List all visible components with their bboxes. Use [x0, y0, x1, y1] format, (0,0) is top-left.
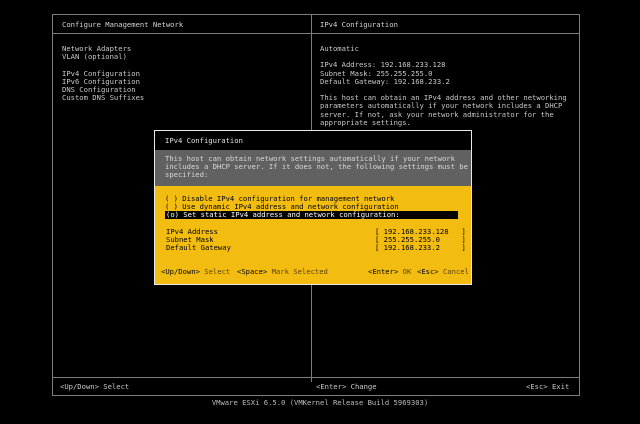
menu-item-custom-dns-suffixes[interactable]: Custom DNS Suffixes — [62, 93, 144, 102]
info-panel: Automatic IPv4 Address: 192.168.233.128 … — [320, 44, 570, 127]
up-down-key: <Up/Down> — [161, 267, 200, 276]
dialog-title: IPv4 Configuration — [155, 131, 471, 150]
version-string: VMware ESXi 6.5.0 (VMKernel Release Buil… — [211, 398, 429, 407]
cancel-label: Cancel — [442, 267, 469, 276]
config-mode: Automatic — [320, 44, 359, 53]
esc-key: <Esc> — [417, 267, 439, 276]
ok-button[interactable]: <Enter> OK — [368, 267, 412, 276]
footer-change-hint: <Enter> Change — [316, 382, 377, 391]
info-default-gateway: Default Gateway: 192.168.233.2 — [320, 76, 450, 86]
info-description-line: appropriate settings. — [320, 117, 411, 127]
dialog-description-line: includes a DHCP server. If it does not, … — [165, 162, 468, 172]
dialog-body: ( ) Disable IPv4 configuration for manag… — [155, 186, 471, 284]
option-static-ipv4[interactable]: (o) Set static IPv4 address and network … — [165, 210, 458, 220]
footer-select-hint: <Up/Down> Select — [60, 382, 130, 391]
mark-selected-hint: <Space> Mark Selected — [237, 267, 328, 276]
header-divider — [52, 33, 580, 34]
default-gateway-label: Default Gateway — [166, 243, 231, 252]
dialog-description-line: specified: — [165, 170, 209, 180]
ipv4-configuration-dialog: IPv4 Configuration This host can obtain … — [154, 130, 472, 285]
enter-key: <Enter> — [368, 267, 399, 276]
footer-divider — [52, 377, 580, 378]
ok-label: OK — [402, 267, 412, 276]
right-panel-title: IPv4 Configuration — [320, 20, 398, 29]
space-key: <Space> — [237, 267, 268, 276]
select-action: Select — [204, 267, 231, 276]
select-hint: <Up/Down> Select — [161, 267, 231, 276]
cancel-button[interactable]: <Esc> Cancel — [417, 267, 469, 276]
dialog-description: This host can obtain network settings au… — [165, 154, 468, 180]
default-gateway-field[interactable]: [ 192.168.233.2 ] — [375, 243, 466, 252]
menu-item-vlan[interactable]: VLAN (optional) — [62, 52, 144, 61]
left-panel-title: Configure Management Network — [62, 20, 184, 29]
footer-exit-hint: <Esc> Exit — [526, 382, 570, 391]
mark-selected-action: Mark Selected — [271, 267, 328, 276]
menu-list: Network Adapters VLAN (optional) IPv4 Co… — [62, 44, 144, 102]
